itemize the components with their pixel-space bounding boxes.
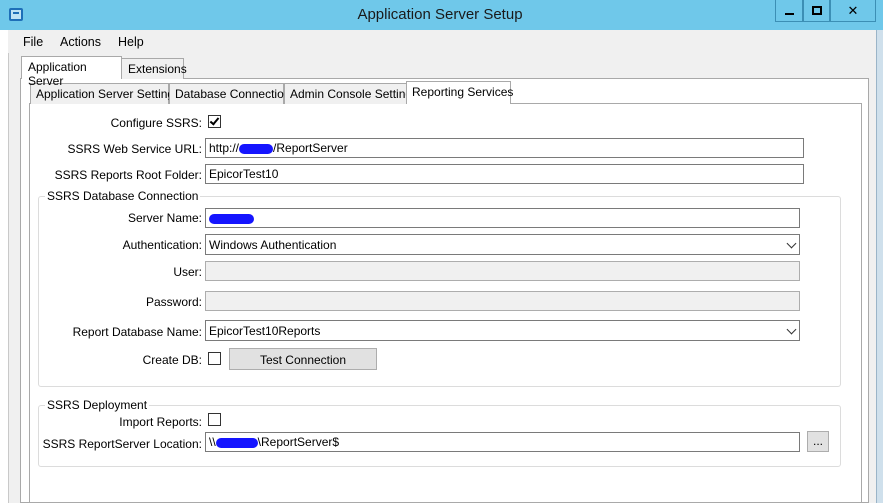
- db-group-title: SSRS Database Connection: [45, 189, 201, 203]
- window-title: Application Server Setup: [357, 6, 523, 23]
- maximize-button[interactable]: [803, 0, 830, 22]
- reportserver-location-field[interactable]: \\ \ReportServer$: [205, 432, 800, 452]
- redaction-mark: [215, 437, 258, 448]
- minimize-icon: [784, 12, 794, 15]
- tab-application-server[interactable]: Application Server: [21, 56, 122, 88]
- url-prefix: http://: [209, 141, 240, 155]
- location-suffix: \ReportServer$: [257, 435, 340, 449]
- root-folder-field[interactable]: EpicorTest10: [205, 164, 804, 184]
- import-reports-checkbox[interactable]: [208, 413, 221, 426]
- server-name-field[interactable]: [205, 208, 800, 228]
- create-db-label: Create DB:: [142, 353, 202, 367]
- url-suffix: /ReportServer: [273, 141, 348, 155]
- reportserver-location-label: SSRS ReportServer Location:: [42, 437, 202, 451]
- tab-extensions[interactable]: Extensions: [121, 58, 187, 79]
- deploy-group-title: SSRS Deployment: [45, 398, 150, 412]
- create-db-checkbox[interactable]: [208, 352, 221, 365]
- configure-ssrs-label: Configure SSRS:: [110, 116, 202, 130]
- user-label: User:: [173, 265, 202, 279]
- checkmark-icon: [209, 115, 220, 126]
- menu-bar: File Actions Help: [8, 30, 876, 53]
- user-field[interactable]: [205, 261, 800, 281]
- web-service-url-label: SSRS Web Service URL:: [67, 142, 203, 156]
- background-window-edge: [876, 30, 883, 503]
- report-db-label: Report Database Name:: [72, 325, 202, 339]
- tab-reporting-services[interactable]: Reporting Services: [406, 81, 513, 104]
- redaction-mark: [239, 143, 274, 154]
- authentication-value: Windows Authentication: [209, 238, 337, 252]
- menu-actions[interactable]: Actions: [60, 35, 101, 49]
- chevron-down-icon: [786, 324, 797, 335]
- close-button[interactable]: ✕: [830, 0, 876, 22]
- tab-database-connection[interactable]: Database Connection: [169, 83, 290, 104]
- tab-admin-console-settings[interactable]: Admin Console Settings: [284, 83, 418, 104]
- test-connection-button[interactable]: Test Connection: [229, 348, 377, 370]
- chevron-down-icon: [786, 238, 797, 249]
- minimize-button[interactable]: [775, 0, 803, 22]
- server-name-label: Server Name:: [127, 211, 202, 225]
- configure-ssrs-checkbox[interactable]: [208, 115, 221, 128]
- web-service-url-field[interactable]: http:// /ReportServer: [205, 138, 804, 158]
- browse-button[interactable]: ...: [807, 431, 829, 452]
- redaction-mark: [209, 213, 254, 224]
- menu-help[interactable]: Help: [118, 35, 144, 49]
- close-icon: ✕: [847, 2, 859, 18]
- report-db-value: EpicorTest10Reports: [209, 324, 321, 338]
- location-prefix: \\: [209, 435, 216, 449]
- root-folder-label: SSRS Reports Root Folder:: [54, 168, 202, 182]
- maximize-icon: [811, 6, 822, 15]
- import-reports-label: Import Reports:: [119, 415, 202, 429]
- report-db-select[interactable]: EpicorTest10Reports: [205, 320, 800, 341]
- authentication-label: Authentication:: [122, 238, 202, 252]
- password-field[interactable]: [205, 291, 800, 311]
- title-bar: Application Server Setup ✕: [0, 0, 883, 30]
- menu-file[interactable]: File: [23, 35, 43, 49]
- password-label: Password:: [145, 295, 202, 309]
- authentication-select[interactable]: Windows Authentication: [205, 234, 800, 255]
